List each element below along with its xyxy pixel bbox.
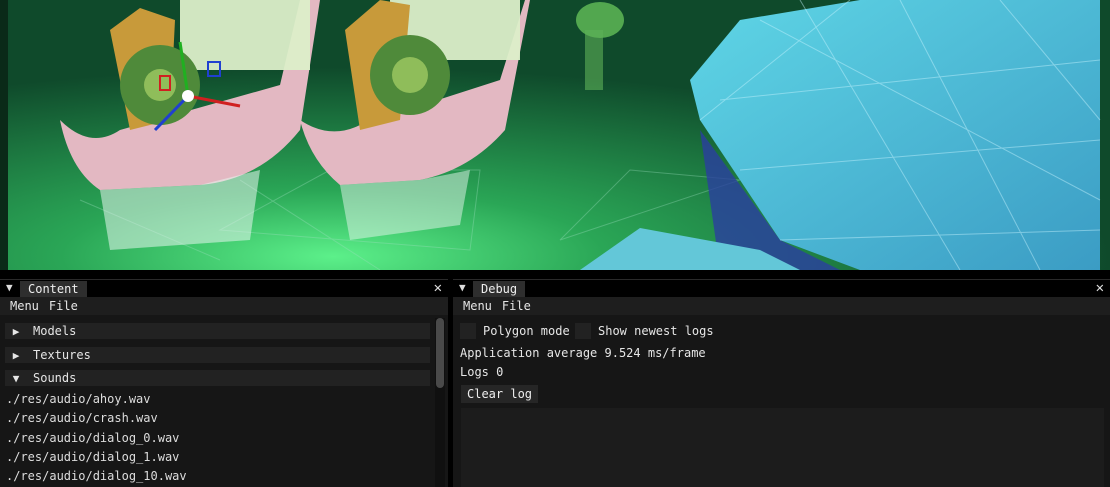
logs-count-text: Logs 0 <box>460 365 504 379</box>
menu-item-menu[interactable]: Menu <box>10 299 39 313</box>
triangle-down-icon: ▼ <box>12 372 20 385</box>
textures-header[interactable]: ▶ Textures <box>5 347 430 363</box>
content-panel: ▼ Content ✕ Menu File ▶ Models ▶ Textures ▼… <box>0 279 448 487</box>
log-area[interactable] <box>461 408 1104 487</box>
debug-panel: ▼ Debug ✕ Menu File Polygon mode Show new… <box>453 279 1110 487</box>
sounds-header[interactable]: ▼ Sounds <box>5 370 430 386</box>
polygon-mode-label: Polygon mode <box>483 324 570 338</box>
show-logs-checkbox[interactable] <box>575 323 591 339</box>
debug-titlebar[interactable]: ▼ Debug ✕ <box>453 280 1110 297</box>
triangle-right-icon: ▶ <box>12 325 20 338</box>
content-menubar: Menu File <box>0 297 448 315</box>
menu-item-file[interactable]: File <box>49 299 78 313</box>
content-titlebar[interactable]: ▼ Content ✕ <box>0 280 448 297</box>
app-average-text: Application average 9.524 ms/frame <box>460 346 706 360</box>
menu-item-menu[interactable]: Menu <box>463 299 492 313</box>
list-item[interactable]: ./res/audio/dialog_0.wav <box>6 430 179 446</box>
list-item[interactable]: ./res/audio/crash.wav <box>6 410 158 426</box>
menu-item-file[interactable]: File <box>502 299 531 313</box>
show-logs-label: Show newest logs <box>598 324 714 338</box>
tab-content[interactable]: Content <box>20 281 87 297</box>
clear-log-button[interactable]: Clear log <box>461 385 539 403</box>
collapse-icon[interactable]: ▼ <box>459 281 466 294</box>
content-scrollbar[interactable] <box>435 318 445 487</box>
list-item[interactable]: ./res/audio/ahoy.wav <box>6 391 151 407</box>
close-icon[interactable]: ✕ <box>434 280 442 297</box>
tab-debug[interactable]: Debug <box>473 281 526 297</box>
collapse-icon[interactable]: ▼ <box>6 281 13 294</box>
triangle-right-icon: ▶ <box>12 349 20 362</box>
debug-menubar: Menu File <box>453 297 1110 315</box>
polygon-mode-checkbox[interactable] <box>460 323 476 339</box>
close-icon[interactable]: ✕ <box>1096 280 1104 297</box>
scene-render <box>0 0 1110 270</box>
list-item[interactable]: ./res/audio/dialog_10.wav <box>6 468 187 484</box>
scene-viewport[interactable] <box>0 0 1110 270</box>
models-header[interactable]: ▶ Models <box>5 323 430 339</box>
list-item[interactable]: ./res/audio/dialog_1.wav <box>6 449 179 465</box>
scrollbar-thumb[interactable] <box>436 318 444 388</box>
